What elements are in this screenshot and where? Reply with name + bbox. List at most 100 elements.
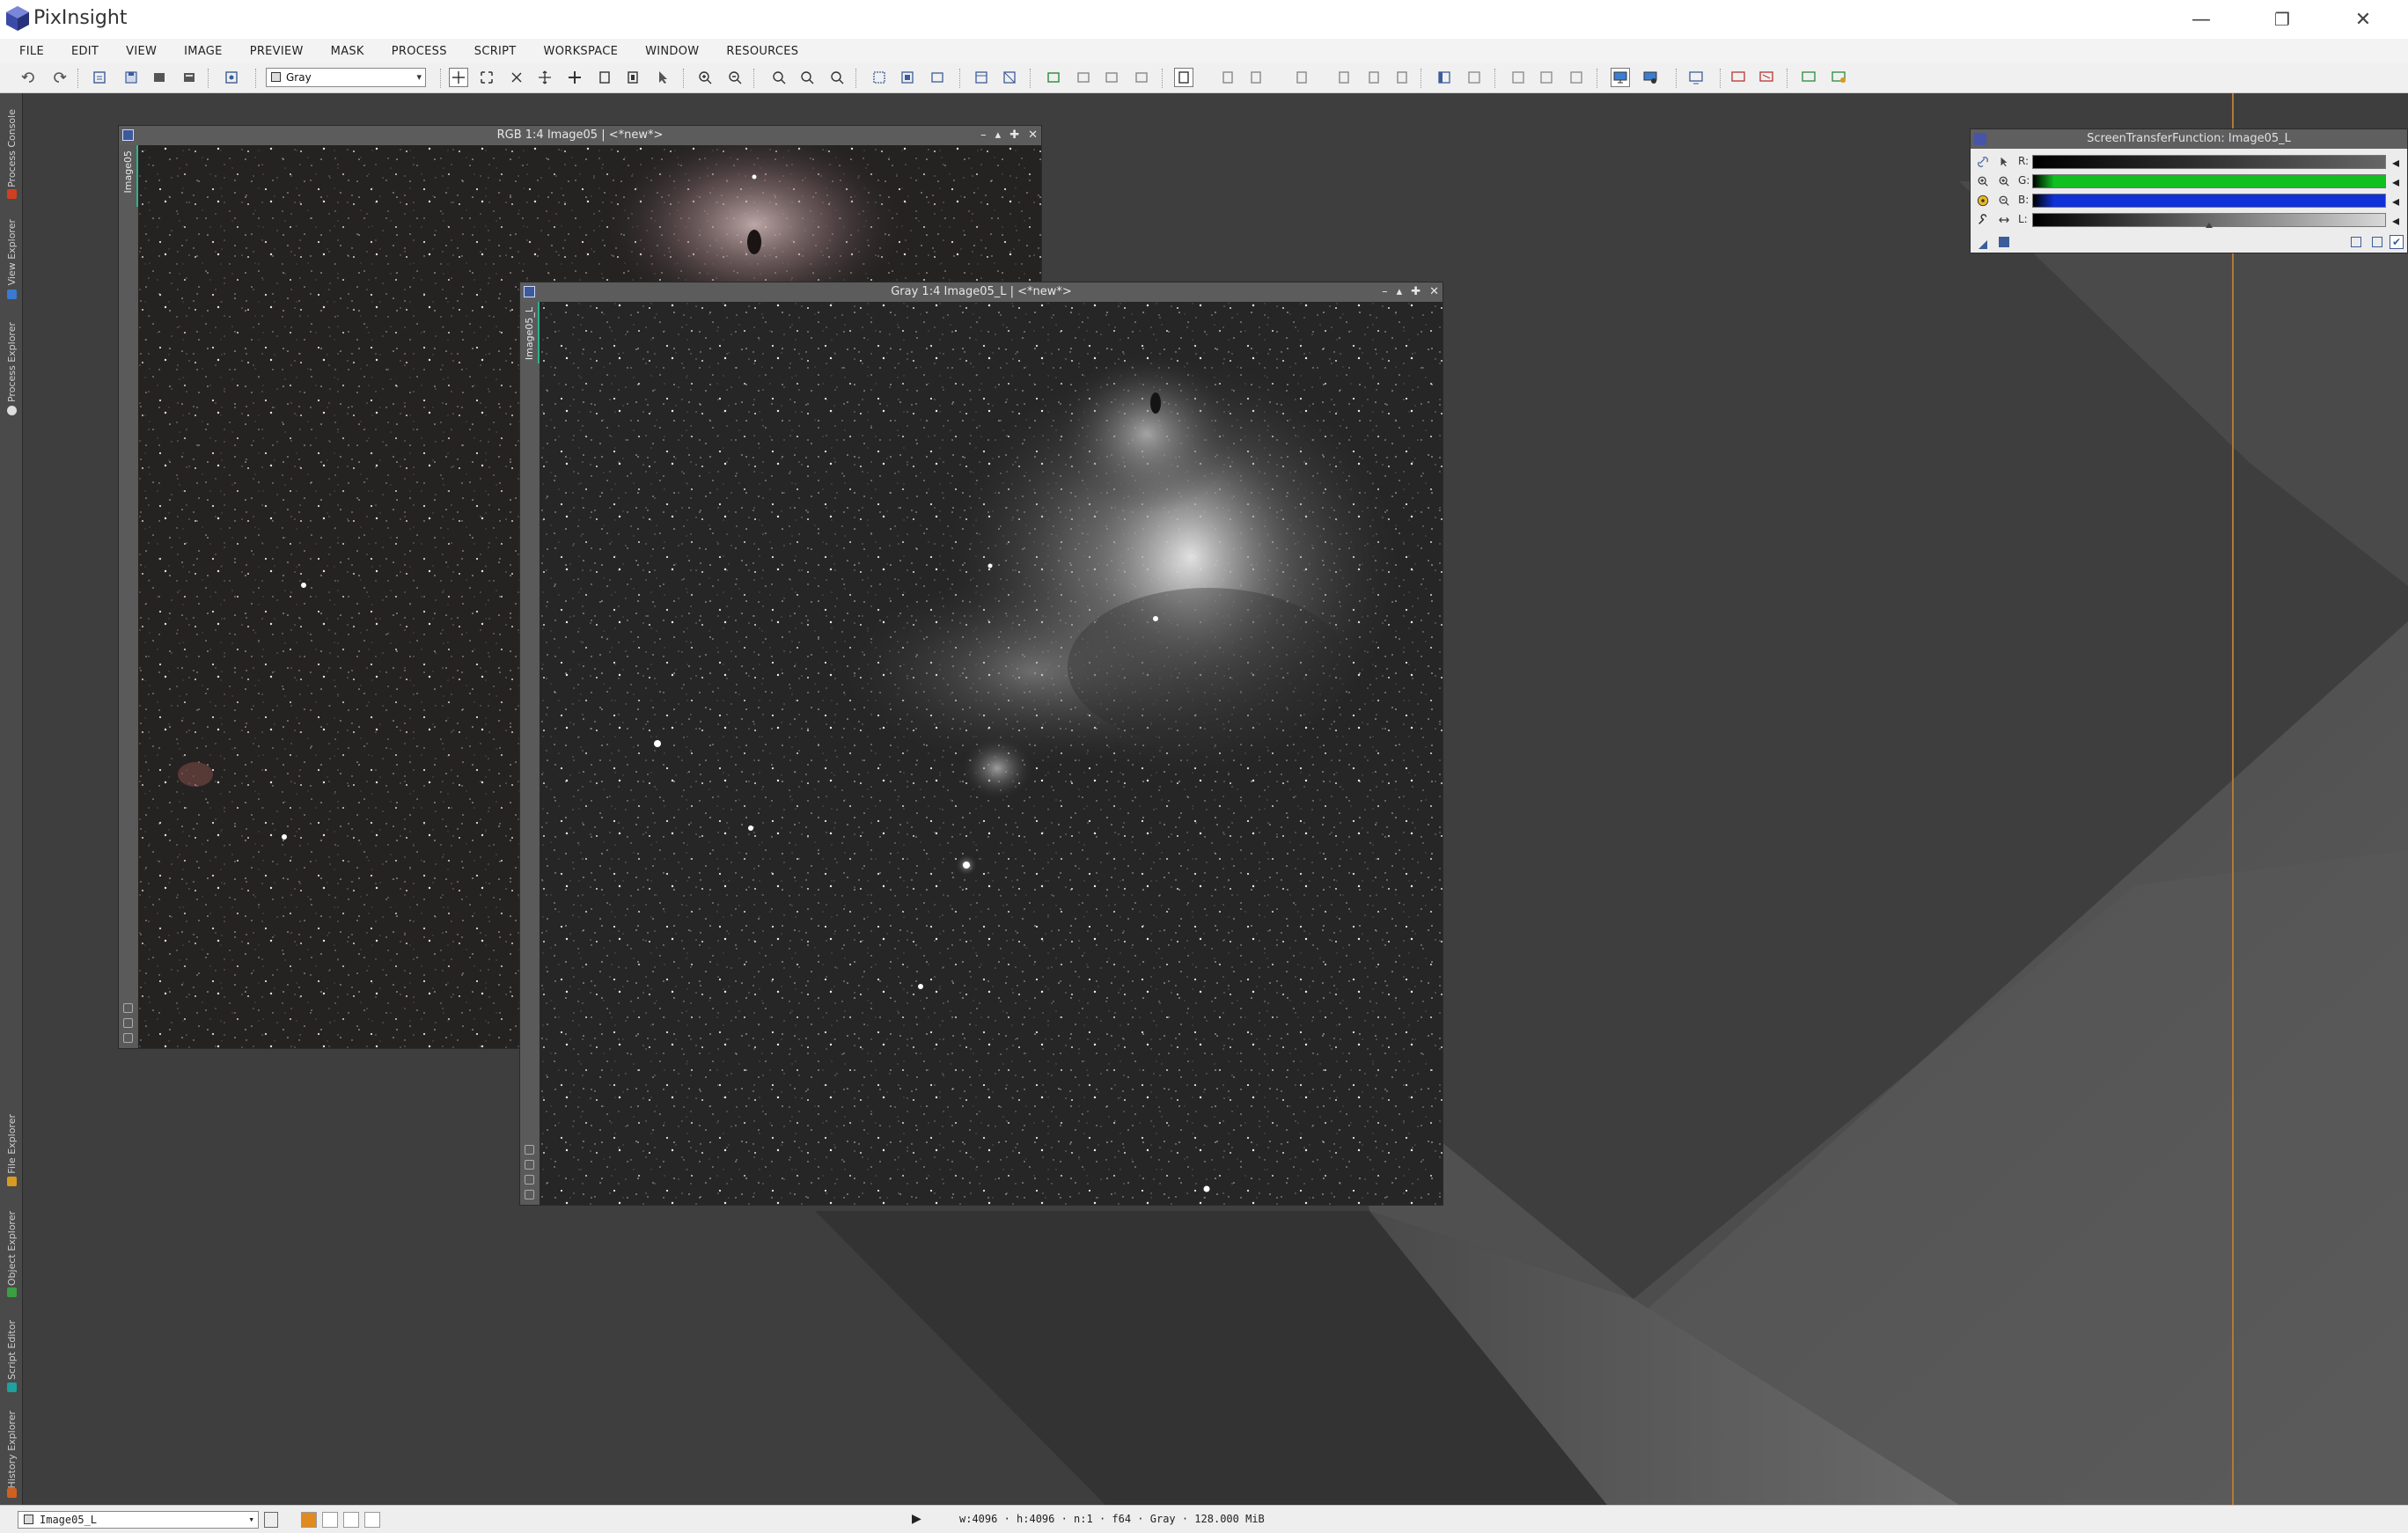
link-channels-icon[interactable]	[1976, 155, 1990, 169]
stf-indicator-icon[interactable]	[123, 1033, 133, 1043]
history-indicator-icon[interactable]	[525, 1190, 534, 1199]
maximize-icon[interactable]: ✚	[1411, 282, 1421, 302]
zoom-out-icon[interactable]	[725, 68, 745, 87]
view-id-label[interactable]: Image05_L	[524, 307, 535, 360]
stf-toggle-icon[interactable]	[1174, 68, 1193, 87]
cascade-icon[interactable]	[1000, 68, 1019, 87]
redo-icon[interactable]	[49, 68, 69, 87]
workspace-icon[interactable]	[1686, 68, 1706, 87]
mask-icon[interactable]	[1044, 68, 1063, 87]
reset-b-icon[interactable]: ◂	[2390, 193, 2402, 209]
stretch-arrows-icon[interactable]	[1997, 213, 2011, 227]
preview-delete-icon[interactable]	[1364, 68, 1384, 87]
zoom-fit-icon[interactable]	[477, 68, 496, 87]
layout-list-icon[interactable]	[1465, 68, 1484, 87]
tab-file-explorer[interactable]: File Explorer	[2, 1100, 21, 1188]
shade-icon[interactable]: ▴	[1397, 282, 1403, 302]
close-image-icon[interactable]	[180, 68, 199, 87]
mask-remove-icon[interactable]	[1132, 68, 1151, 87]
display-settings-icon[interactable]	[1641, 68, 1660, 87]
undo-icon[interactable]	[19, 68, 39, 87]
stf-reset-icon[interactable]	[1292, 68, 1311, 87]
zoom-in-icon[interactable]	[695, 68, 715, 87]
close-button[interactable]: ✕	[2324, 0, 2403, 39]
wrench-icon[interactable]	[1976, 213, 1990, 227]
stf-auto-icon[interactable]	[1246, 68, 1266, 87]
stf-panel[interactable]: ScreenTransferFunction: Image05_L R: ◂ G…	[1970, 128, 2408, 253]
tab-process-console[interactable]: Process Console	[2, 95, 21, 201]
zoom-out-icon[interactable]	[1997, 194, 2011, 208]
tab-process-explorer[interactable]: Process Explorer	[2, 308, 21, 417]
zoom-fit-window-icon[interactable]	[507, 68, 526, 87]
stf-link-icon[interactable]	[1218, 68, 1237, 87]
display-monitor-icon[interactable]	[1611, 68, 1630, 87]
stf-slider-l[interactable]	[2032, 213, 2386, 228]
check-icon[interactable]: ✔	[2390, 235, 2404, 249]
view-info-icon[interactable]	[264, 1512, 278, 1528]
tab-script-editor[interactable]: Script Editor	[2, 1306, 21, 1394]
menu-edit[interactable]: EDIT	[71, 45, 99, 58]
view-id-label[interactable]: Image05	[122, 150, 134, 193]
menu-mask[interactable]: MASK	[331, 45, 364, 58]
menu-preview[interactable]: PREVIEW	[250, 45, 304, 58]
pointer-icon[interactable]	[653, 68, 672, 87]
new-instance-icon[interactable]	[1978, 237, 1988, 249]
image-window-gray-titlebar[interactable]: Gray 1:4 Image05_L | <*new*> – ▴ ✚ ✕	[520, 282, 1443, 302]
zoom-1-1-icon[interactable]	[769, 68, 789, 87]
explorer3-icon[interactable]	[1567, 68, 1586, 87]
preview-store-icon[interactable]	[1392, 68, 1412, 87]
stf-slider-b[interactable]	[2032, 194, 2386, 208]
midtones-handle[interactable]	[2206, 223, 2213, 228]
shade-icon[interactable]: ▴	[995, 126, 1002, 145]
workspace-red2-icon[interactable]	[1757, 68, 1776, 87]
readout-mode-icon[interactable]	[449, 68, 468, 87]
image-canvas-gray[interactable]	[540, 302, 1443, 1205]
minimize-button[interactable]: —	[2162, 0, 2241, 39]
mask-indicator-icon[interactable]	[525, 1160, 534, 1170]
tab-object-explorer[interactable]: Object Explorer	[2, 1199, 21, 1299]
swatch-white3-icon[interactable]	[364, 1512, 380, 1528]
menu-workspace[interactable]: WORKSPACE	[544, 45, 619, 58]
zoom-1-2-icon[interactable]	[797, 68, 817, 87]
pointer-icon[interactable]	[1997, 155, 2011, 169]
explorer-icon[interactable]	[1509, 68, 1528, 87]
menu-file[interactable]: FILE	[19, 45, 44, 58]
stf-panel-titlebar[interactable]: ScreenTransferFunction: Image05_L	[1971, 129, 2407, 149]
tab-view-explorer[interactable]: View Explorer	[2, 204, 21, 301]
image-window-rgb-titlebar[interactable]: RGB 1:4 Image05 | <*new*> – ▴ ✚ ✕	[119, 126, 1041, 145]
menu-script[interactable]: SCRIPT	[474, 45, 517, 58]
swatch-orange-icon[interactable]	[301, 1512, 317, 1528]
close-icon[interactable]: ✕	[1028, 126, 1038, 145]
fit-image-icon[interactable]	[898, 68, 917, 87]
move-icon[interactable]	[565, 68, 584, 87]
image-window-gray[interactable]: Gray 1:4 Image05_L | <*new*> – ▴ ✚ ✕ Ima…	[519, 282, 1443, 1206]
reset-r-icon[interactable]: ◂	[2390, 154, 2402, 171]
minimize-icon[interactable]: –	[1382, 282, 1388, 302]
restore-button[interactable]: ❐	[2243, 0, 2322, 39]
save-as-icon[interactable]	[150, 68, 169, 87]
zoom-1-4-icon[interactable]	[827, 68, 847, 87]
swatch-white-icon[interactable]	[322, 1512, 338, 1528]
zoom-in-icon[interactable]	[1976, 174, 1990, 188]
reset-l-icon[interactable]: ◂	[2390, 212, 2402, 229]
menu-process[interactable]: PROCESS	[392, 45, 447, 58]
save-icon[interactable]	[121, 68, 141, 87]
apply-global-icon[interactable]	[1999, 237, 2009, 247]
swatch-white2-icon[interactable]	[343, 1512, 359, 1528]
zoom-in-2-icon[interactable]	[1997, 174, 2011, 188]
fit-width-icon[interactable]	[928, 68, 947, 87]
open-icon[interactable]	[90, 68, 109, 87]
new-image-icon[interactable]	[222, 68, 241, 87]
play-icon[interactable]: ▶	[912, 1512, 921, 1526]
mask-invert-icon[interactable]	[1102, 68, 1121, 87]
tab-history-explorer[interactable]: History Explorer	[2, 1399, 21, 1500]
maximize-icon[interactable]: ✚	[1009, 126, 1019, 145]
view-selector-combo[interactable]: Image05_L ▾	[18, 1511, 259, 1529]
monitor-settings-icon[interactable]	[1829, 68, 1848, 87]
explorer2-icon[interactable]	[1537, 68, 1556, 87]
tile-icon[interactable]	[972, 68, 991, 87]
menu-image[interactable]: IMAGE	[184, 45, 223, 58]
close-icon[interactable]: ✕	[1429, 282, 1439, 302]
preview-icon[interactable]	[595, 68, 614, 87]
monitor-green-icon[interactable]	[1799, 68, 1818, 87]
